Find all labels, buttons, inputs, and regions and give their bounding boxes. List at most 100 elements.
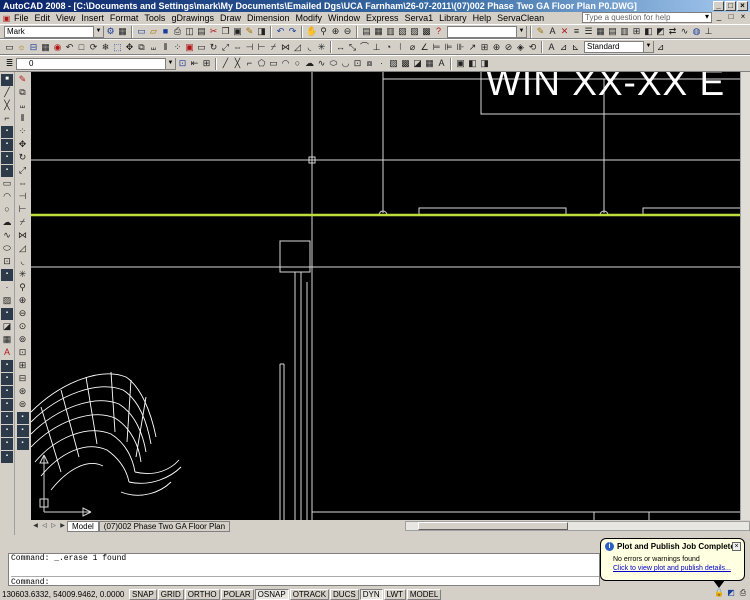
grid-toggle[interactable]: GRID xyxy=(157,588,184,600)
arc-length-icon[interactable]: ⌒ xyxy=(359,42,370,53)
aligned-dim-icon[interactable]: ⤡ xyxy=(347,42,358,53)
custom-tool-14-icon[interactable]: ▪ xyxy=(1,438,13,450)
globe-icon[interactable]: ◍ xyxy=(691,26,702,37)
menu-window[interactable]: Window xyxy=(325,13,363,23)
stretch-tool-icon[interactable]: ⇔ xyxy=(17,178,29,190)
menu-dimension[interactable]: Dimension xyxy=(244,13,293,23)
explode-icon[interactable]: ✳ xyxy=(316,42,327,53)
mirror-icon[interactable]: ⧢ xyxy=(148,42,159,53)
fillet-icon[interactable]: ◟ xyxy=(304,42,315,53)
pencil-icon[interactable]: ✎ xyxy=(535,26,546,37)
mtext-icon[interactable]: A xyxy=(436,58,447,69)
redo-icon[interactable]: ↷ xyxy=(287,26,298,37)
chamfer-tool-icon[interactable]: ◿ xyxy=(17,243,29,255)
layer-tool-icon[interactable]: ⊞ xyxy=(201,58,212,69)
layer-combo[interactable]: 0 xyxy=(16,57,176,70)
custom-tool-2-icon[interactable]: ▪ xyxy=(1,126,13,138)
list-icon[interactable]: ▤ xyxy=(607,26,618,37)
undo-layer-icon[interactable]: ↶ xyxy=(64,42,75,53)
arc-icon[interactable]: ◠ xyxy=(280,58,291,69)
rect-tool-icon[interactable]: ▭ xyxy=(1,178,13,190)
dim-update-icon[interactable]: ⟲ xyxy=(527,42,538,53)
polygon-icon[interactable]: ⬠ xyxy=(256,58,267,69)
stack-icon[interactable]: ☰ xyxy=(583,26,594,37)
match-properties-icon[interactable]: ✎ xyxy=(244,26,255,37)
circle-icon[interactable]: ○ xyxy=(292,58,303,69)
vertical-scrollbar[interactable] xyxy=(740,72,750,520)
block-editor-icon[interactable]: ◨ xyxy=(256,26,267,37)
maximize-button[interactable]: □ xyxy=(725,1,736,11)
undo-icon[interactable]: ↶ xyxy=(275,26,286,37)
ortho-toggle[interactable]: ORTHO xyxy=(184,588,220,600)
map-icon[interactable]: ◩ xyxy=(655,26,666,37)
tab-next-icon[interactable]: ▷ xyxy=(49,522,58,531)
grid-icon[interactable]: ▦ xyxy=(595,26,606,37)
polar-toggle[interactable]: POLAR xyxy=(220,588,254,600)
plot-notification-balloon[interactable]: i Plot and Publish Job Complete × No err… xyxy=(600,538,745,588)
copy-icon[interactable]: ❐ xyxy=(220,26,231,37)
fillet-tool-icon[interactable]: ◟ xyxy=(17,256,29,268)
menu-servaclean[interactable]: ServaClean xyxy=(494,13,547,23)
markup-icon[interactable]: ▨ xyxy=(409,26,420,37)
lock-icon[interactable]: 🔒 xyxy=(714,588,724,598)
construction-line-icon[interactable]: ╳ xyxy=(232,58,243,69)
plot-tray-icon[interactable]: ⎙ xyxy=(738,588,748,598)
ellipse-arc-icon[interactable]: ◡ xyxy=(340,58,351,69)
zoom-out-tool-icon[interactable]: ⊖ xyxy=(17,308,29,320)
zoom-window-icon[interactable]: ⊕ xyxy=(330,26,341,37)
lwt-toggle[interactable]: LWT xyxy=(383,588,406,600)
save-icon[interactable]: ■ xyxy=(160,26,171,37)
cloud-tool-icon[interactable]: ☁ xyxy=(1,217,13,229)
zoom-center-tool-icon[interactable]: ⊛ xyxy=(17,386,29,398)
open-icon[interactable]: ▱ xyxy=(148,26,159,37)
ellipse-icon[interactable]: ⬭ xyxy=(328,58,339,69)
zoom-window-tool-icon[interactable]: ⊡ xyxy=(17,347,29,359)
offset-icon[interactable]: ⫴ xyxy=(160,42,171,53)
isolate-icon[interactable]: ◉ xyxy=(52,42,63,53)
tolerance-icon[interactable]: ⊞ xyxy=(479,42,490,53)
custom-tool-6-icon[interactable]: ▪ xyxy=(1,269,13,281)
point-icon[interactable]: · xyxy=(376,58,387,69)
custom-tool-13-icon[interactable]: ▪ xyxy=(1,425,13,437)
redraw-icon[interactable]: ⟳ xyxy=(88,42,99,53)
custom-tool-11-icon[interactable]: ▪ xyxy=(1,399,13,411)
custom-tool-18-icon[interactable]: ▪ xyxy=(16,438,29,450)
quick-dim-icon[interactable]: ⊨ xyxy=(431,42,442,53)
custom-tool-9-icon[interactable]: ▪ xyxy=(1,373,13,385)
extend-tool-icon[interactable]: ⊢ xyxy=(17,204,29,216)
scale-tool-icon[interactable]: ⤢ xyxy=(17,165,29,177)
layer-previous-btn-icon[interactable]: ⇤ xyxy=(189,58,200,69)
scale-icon[interactable]: ⤢ xyxy=(220,42,231,53)
break-icon[interactable]: ⌿ xyxy=(268,42,279,53)
custom-tool-16-icon[interactable]: ▪ xyxy=(16,412,29,424)
arc-tool-icon[interactable]: ◠ xyxy=(1,191,13,203)
trim-tool-icon[interactable]: ⊣ xyxy=(17,191,29,203)
make-current-icon[interactable]: ⊡ xyxy=(177,58,188,69)
leader-icon[interactable]: ↗ xyxy=(467,42,478,53)
notification-close-button[interactable]: × xyxy=(732,542,741,551)
angular-icon[interactable]: ∠ xyxy=(419,42,430,53)
layer-manager-icon[interactable]: ≣ xyxy=(4,58,15,69)
revcloud-icon[interactable]: ☁ xyxy=(304,58,315,69)
menu-draw[interactable]: Draw xyxy=(217,13,244,23)
insert-block-icon[interactable]: ⊡ xyxy=(352,58,363,69)
gradient-icon[interactable]: ▩ xyxy=(400,58,411,69)
layer-state-icon[interactable]: ▭ xyxy=(4,42,15,53)
chart-icon[interactable]: ◧ xyxy=(643,26,654,37)
doc-icon[interactable]: ▭ xyxy=(196,42,207,53)
zoom-in-tool-icon[interactable]: ⊕ xyxy=(17,295,29,307)
copy-obj-icon[interactable]: ⧉ xyxy=(136,42,147,53)
menu-edit[interactable]: Edit xyxy=(32,13,54,23)
dim-style-icon[interactable]: ⊿ xyxy=(558,42,569,53)
help-dropdown-icon[interactable]: ▾ xyxy=(702,13,712,22)
ordinate-icon[interactable]: ⊥ xyxy=(371,42,382,53)
spline-tool-icon[interactable]: ∿ xyxy=(1,230,13,242)
menu-view[interactable]: View xyxy=(53,13,78,23)
copy-tool-icon[interactable]: ⧉ xyxy=(17,87,29,99)
join-tool-icon[interactable]: ⋈ xyxy=(17,230,29,242)
paste-icon[interactable]: ▣ xyxy=(232,26,243,37)
command-input[interactable]: Command: xyxy=(11,576,599,587)
custom-tool-12-icon[interactable]: ▪ xyxy=(1,412,13,424)
menu-insert[interactable]: Insert xyxy=(78,13,107,23)
toolbar-icon[interactable]: ▦ xyxy=(117,26,128,37)
